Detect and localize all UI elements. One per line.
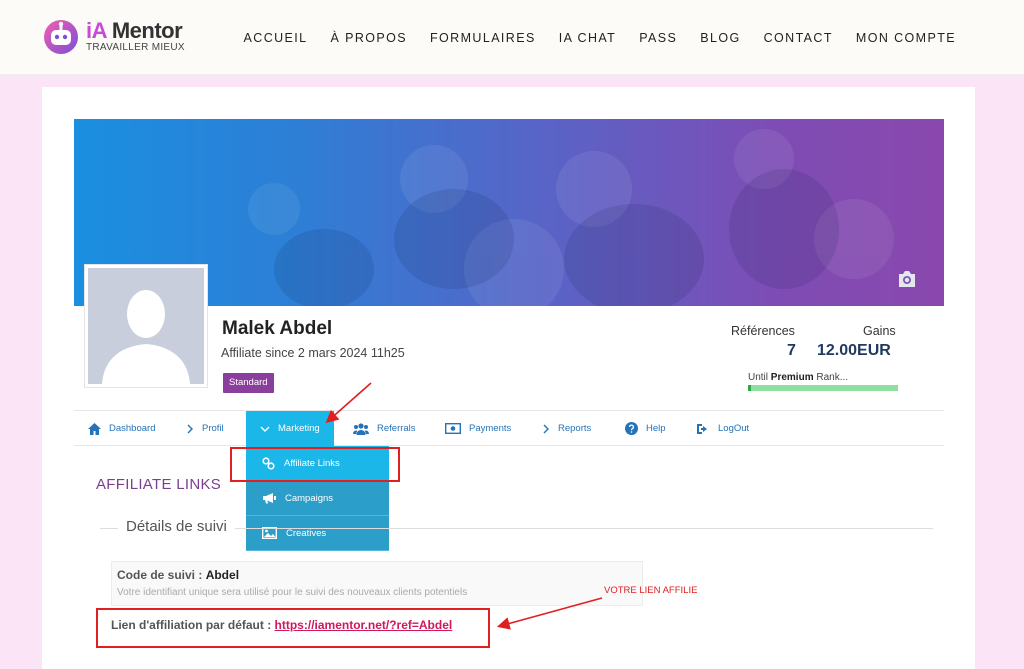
rank-progress-text: Until Premium Rank...: [748, 372, 849, 383]
tab-referrals[interactable]: Referrals: [353, 411, 416, 446]
menu-item-campaigns[interactable]: Campaigns: [246, 481, 389, 516]
gains-label: Gains: [863, 324, 896, 338]
nav-blog[interactable]: BLOG: [700, 31, 740, 45]
robot-logo-icon: [44, 20, 78, 54]
tracking-code-hint: Votre identifiant unique sera utilisé po…: [117, 587, 468, 598]
affiliate-link-row: Lien d'affiliation par défaut : https://…: [111, 618, 453, 632]
nav-contact[interactable]: CONTACT: [764, 31, 833, 45]
brand-tagline: TRAVAILLER MIEUX: [86, 42, 185, 53]
tab-help[interactable]: Help: [625, 411, 666, 446]
chevron-right-icon: [543, 424, 549, 433]
nav-pass[interactable]: PASS: [639, 31, 677, 45]
affiliate-nav: Dashboard Profil Marketing Referrals Pay…: [74, 410, 944, 446]
tab-payments[interactable]: Payments: [445, 411, 511, 446]
avatar[interactable]: [85, 265, 207, 387]
references-label: Références: [731, 324, 795, 338]
main-nav: ACCUEIL À PROPOS FORMULAIRES IA CHAT PAS…: [221, 31, 956, 45]
megaphone-icon: [263, 493, 276, 504]
chevron-down-icon: [260, 426, 270, 432]
affiliate-link[interactable]: https://iamentor.net/?ref=Abdel: [275, 618, 453, 632]
money-icon: [445, 423, 461, 434]
section-title: AFFILIATE LINKS: [96, 476, 222, 493]
tab-reports[interactable]: Reports: [542, 411, 591, 446]
references-value: 7: [787, 342, 796, 359]
status-badge: Standard: [223, 373, 274, 393]
site-header: iA Mentor TRAVAILLER MIEUX ACCUEIL À PRO…: [0, 0, 1024, 75]
camera-icon[interactable]: [897, 270, 917, 288]
nav-formulaires[interactable]: FORMULAIRES: [430, 31, 536, 45]
home-icon: [88, 422, 101, 435]
tracking-code: Code de suivi : Abdel: [117, 568, 240, 582]
logout-icon: [697, 423, 707, 434]
brand-title: iA Mentor: [86, 18, 183, 43]
tab-profil[interactable]: Profil: [186, 411, 224, 446]
gains-value: 12.00EUR: [817, 342, 891, 359]
user-silhouette-icon: [102, 290, 190, 384]
affiliate-card: Malek Abdel Affiliate since 2 mars 2024 …: [42, 87, 975, 669]
affiliate-since: Affiliate since 2 mars 2024 11h25: [221, 346, 405, 360]
tab-marketing[interactable]: Marketing: [246, 411, 334, 446]
nav-ia-chat[interactable]: IA CHAT: [559, 31, 617, 45]
rank-progress-bar: [748, 385, 898, 391]
annotation-label: VOTRE LIEN AFFILIE: [604, 585, 698, 596]
tab-dashboard[interactable]: Dashboard: [88, 411, 155, 446]
site-logo[interactable]: iA Mentor TRAVAILLER MIEUX: [42, 16, 202, 60]
profile-name: Malek Abdel: [222, 318, 333, 339]
nav-mon-compte[interactable]: MON COMPTE: [856, 31, 956, 45]
section-subtitle: Détails de suivi: [118, 518, 235, 535]
marketing-dropdown: Affiliate Links Campaigns Creatives: [246, 446, 389, 551]
chevron-right-icon: [187, 424, 193, 433]
link-icon: [262, 456, 275, 470]
users-icon: [353, 422, 369, 435]
help-icon: [625, 422, 638, 435]
tracking-code-box: Code de suivi : Abdel Votre identifiant …: [111, 561, 643, 606]
menu-item-affiliate-links[interactable]: Affiliate Links: [246, 446, 389, 481]
menu-item-creatives[interactable]: Creatives: [246, 516, 389, 551]
nav-a-propos[interactable]: À PROPOS: [331, 31, 408, 45]
nav-accueil[interactable]: ACCUEIL: [244, 31, 308, 45]
tab-logout[interactable]: LogOut: [696, 411, 749, 446]
